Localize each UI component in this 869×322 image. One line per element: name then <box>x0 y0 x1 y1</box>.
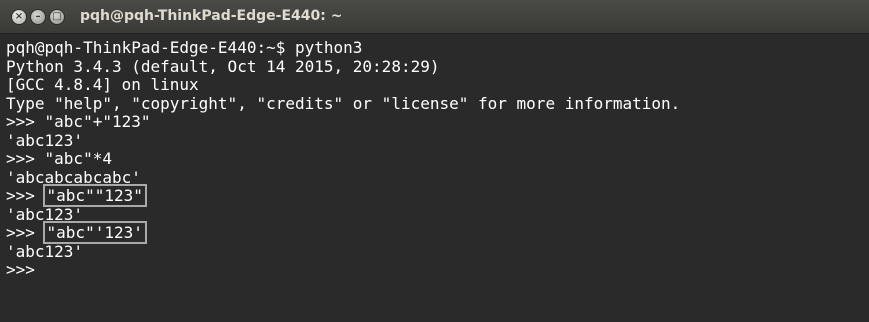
maximize-icon[interactable]: □ <box>49 9 65 25</box>
terminal-line: 'abc123' <box>6 204 84 224</box>
terminal-line: 'abc123' <box>6 241 84 261</box>
terminal-prompt-line[interactable]: >>> <box>6 260 869 280</box>
prompt: >>> <box>6 260 45 279</box>
prompt: >>> <box>6 186 45 205</box>
terminal-line: Type "help", "copyright", "credits" or "… <box>6 93 681 113</box>
close-icon[interactable]: × <box>11 9 27 25</box>
terminal-line: 'abcabcabcabc' <box>6 167 141 187</box>
terminal-output[interactable]: pqh@pqh-ThinkPad-Edge-E440:~$ python3 Py… <box>0 34 869 322</box>
terminal-line-highlighted: >>> "abc""123" <box>6 184 869 207</box>
terminal-line: Python 3.4.3 (default, Oct 14 2015, 20:2… <box>6 56 440 76</box>
highlighted-expression: "abc"'123' <box>42 221 147 244</box>
highlighted-expression: "abc""123" <box>42 184 147 207</box>
terminal-line: pqh@pqh-ThinkPad-Edge-E440:~$ python3 <box>6 38 363 57</box>
text-cursor <box>45 261 54 277</box>
minimize-icon[interactable]: – <box>30 9 46 25</box>
title-bar[interactable]: × – □ pqh@pqh-ThinkPad-Edge-E440: ~ <box>0 0 869 34</box>
terminal-line: 'abc123' <box>6 130 84 150</box>
terminal-line-highlighted: >>> "abc"'123' <box>6 221 869 244</box>
terminal-window: × – □ pqh@pqh-ThinkPad-Edge-E440: ~ pqh@… <box>0 0 869 322</box>
terminal-line: >>> "abc"+"123" <box>6 112 151 131</box>
terminal-line: >>> "abc"*4 <box>6 149 112 168</box>
terminal-line: [GCC 4.8.4] on linux <box>6 75 199 94</box>
prompt: >>> <box>6 223 45 242</box>
window-title: pqh@pqh-ThinkPad-Edge-E440: ~ <box>80 8 343 24</box>
